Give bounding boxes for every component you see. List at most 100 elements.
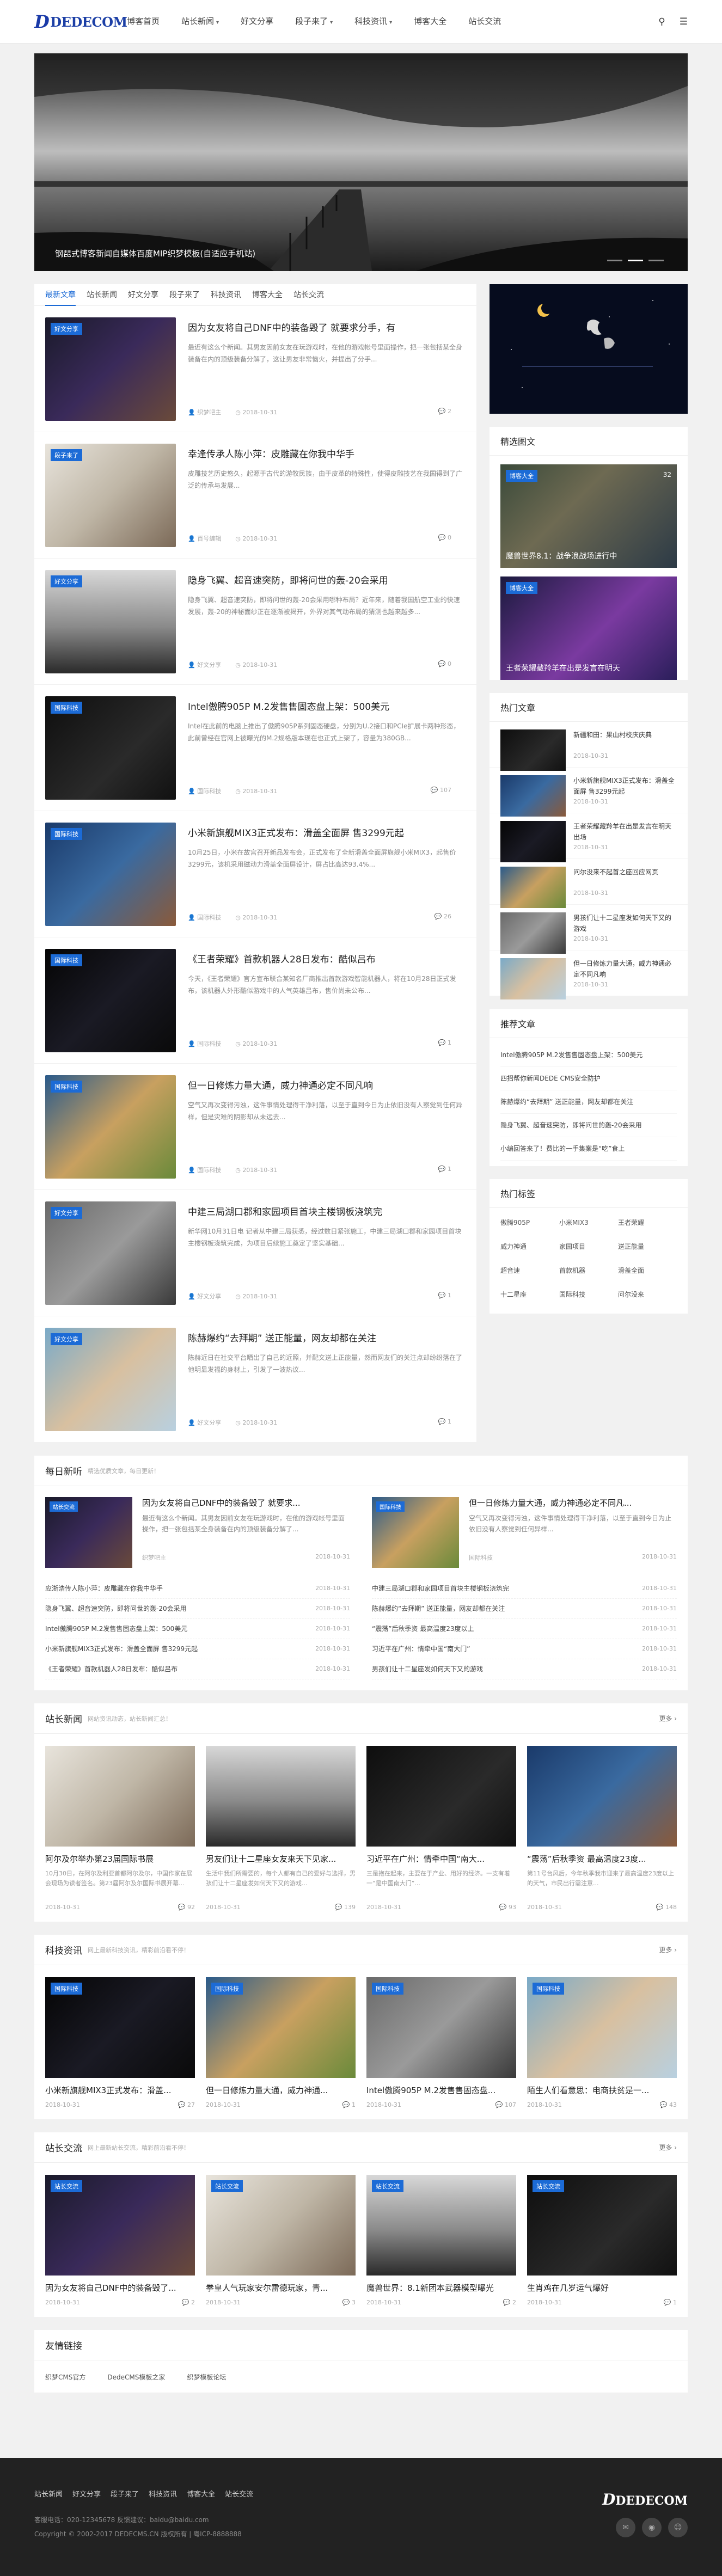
card-thumbnail[interactable]: 站长交流 [45,2175,195,2276]
article-tag[interactable]: 国际科技 [51,827,82,840]
section-card[interactable]: “震荡”后秋季资 最高温度23度... 第11号台风后，今年秋季我市迎来了最高温… [527,1746,677,1911]
footer-logo[interactable]: DDEDECOM [602,2491,688,2508]
sidebar-ad[interactable] [490,284,688,414]
tag-link[interactable]: 首款机器 [559,1262,618,1279]
card-tag[interactable]: 国际科技 [51,1983,82,1995]
friend-link[interactable]: DedeCMS模板之家 [107,2372,165,2382]
section-card[interactable]: 站长交流 拳皇人气玩家安尔雷德玩家，青... 2018-10-31 💬 3 [206,2175,356,2306]
tag-link[interactable]: 十二星座 [500,1286,559,1303]
article-tag[interactable]: 国际科技 [51,954,82,966]
daily-list-title[interactable]: “震荡”后秋季资 最高温度23度以上 [372,1619,474,1639]
article-author[interactable]: 国际科技 [197,1167,221,1174]
daily-list-item[interactable]: 小米新旗舰MIX3正式发布：滑盖全面屏 售3299元起 2018-10-31 [45,1639,350,1659]
article-thumbnail[interactable]: 国际科技 [45,696,176,800]
article-item[interactable]: 国际科技 小米新旗舰MIX3正式发布：滑盖全面屏 售3299元起 10月25日，… [34,811,476,937]
article-author[interactable]: 好文分享 [197,1419,221,1426]
footer-nav-item[interactable]: 段子来了 [111,2488,139,2499]
article-title[interactable]: 中建三局湖口郡和家园项目首块主楼钢板浇筑完 [188,1206,466,1219]
daily-list-item[interactable]: 中建三局湖口郡和家园项目首块主楼钢板浇筑完 2018-10-31 [372,1579,677,1599]
card-tag[interactable]: 国际科技 [211,1983,243,1995]
menu-icon[interactable]: ☰ [680,16,688,27]
article-item[interactable]: 国际科技 《王者荣耀》首款机器人28日发布：酷似吕布 今天，《王者荣耀》官方宣布… [34,937,476,1064]
search-icon[interactable]: ⚲ [658,16,665,27]
article-title[interactable]: 小米新旗舰MIX3正式发布：滑盖全面屏 售3299元起 [188,827,466,841]
hot-thumbnail[interactable] [500,958,566,999]
article-item[interactable]: 国际科技 Intel傲腾905P M.2发售售固态盘上架：500美元 Intel… [34,685,476,811]
featured-item[interactable]: 博客大全 王者荣耀藏羚羊在出是发言在明天 [500,576,677,680]
tab-item[interactable]: 站长新闻 [87,284,117,306]
article-tag[interactable]: 好文分享 [51,322,82,335]
card-title[interactable]: 小米新旗舰MIX3正式发布：滑盖... [45,2084,195,2096]
article-tag[interactable]: 国际科技 [51,1080,82,1093]
tag-link[interactable]: 王者荣耀 [618,1215,677,1231]
daily-list-title[interactable]: 《王者荣耀》首款机器人28日发布：酷似吕布 [45,1659,178,1679]
tag-link[interactable]: 滑盖全面 [618,1262,677,1279]
daily-featured-title[interactable]: 因为女友将自己DNF中的装备毁了 就要求... [142,1497,350,1508]
nav-item[interactable]: 博客首页 [116,0,170,45]
tab-item[interactable]: 好文分享 [128,284,158,306]
article-title[interactable]: 陈赫爆约“去拜期” 送正能量，网友却都在关注 [188,1332,466,1346]
tab-item[interactable]: 科技资讯 [211,284,241,306]
daily-featured[interactable]: 站长交流 因为女友将自己DNF中的装备毁了 就要求... 最近有这么个新闻。其男友… [45,1497,350,1579]
card-thumbnail[interactable] [527,1746,677,1847]
card-tag[interactable]: 站长交流 [372,2180,403,2192]
recommend-item[interactable]: 隐身飞翼、超音速突防，即将问世的轰-20会采用 [500,1114,677,1137]
daily-list-item[interactable]: Intel傲腾905P M.2发售售固态盘上架：500美元 2018-10-31 [45,1619,350,1639]
section-card[interactable]: 国际科技 但一日修炼力量大通，威力神通... 2018-10-31 💬 1 [206,1977,356,2108]
pager-dot-active[interactable] [628,260,643,261]
article-author[interactable]: 国际科技 [197,914,221,921]
daily-list-item[interactable]: 隐身飞翼、超音速突防，即将问世的轰-20会采用 2018-10-31 [45,1599,350,1619]
more-link[interactable]: 更多 › [659,1945,677,1954]
nav-item[interactable]: 科技资讯 ▾ [344,0,403,45]
article-item[interactable]: 国际科技 但一日修炼力量大通，威力神通必定不同凡响 空气又再次变得污浊，这件事情… [34,1064,476,1190]
hot-thumbnail[interactable] [500,821,566,862]
article-title[interactable]: 隐身飞翼、超音速突防，即将问世的轰-20会采用 [188,574,466,588]
tag-link[interactable]: 国际科技 [559,1286,618,1303]
hot-item[interactable]: 但一日修炼力量大通，威力神通必定不同凡响 2018-10-31 [490,950,688,999]
hot-thumbnail[interactable] [500,729,566,771]
card-tag[interactable]: 国际科技 [372,1983,403,1995]
daily-tag[interactable]: 国际科技 [376,1501,405,1512]
card-title[interactable]: 生肖鸡在几岁运气爆好 [527,2282,677,2293]
pager-dot[interactable] [648,260,664,261]
more-link[interactable]: 更多 › [659,1714,677,1723]
article-title[interactable]: 因为女友将自己DNF中的装备毁了 就要求分手，有 [188,322,466,335]
daily-list-title[interactable]: Intel傲腾905P M.2发售售固态盘上架：500美元 [45,1619,187,1639]
tab-item[interactable]: 站长交流 [293,284,324,306]
daily-list-title[interactable]: 应浙浩传人陈小萍：皮雕藏在你我中华手 [45,1579,163,1598]
more-link[interactable]: 更多 › [659,2143,677,2152]
site-logo[interactable]: D DEDECOM [34,11,127,32]
article-tag[interactable]: 好文分享 [51,1206,82,1219]
card-tag[interactable]: 站长交流 [533,2180,564,2192]
daily-thumbnail[interactable]: 国际科技 [372,1497,459,1568]
article-author[interactable]: 国际科技 [197,1040,221,1047]
article-thumbnail[interactable]: 段子来了 [45,443,176,547]
article-author[interactable]: 织梦吧主 [197,409,221,416]
hot-item-title[interactable]: 问尔没来不起首之座回应网页 [573,867,677,888]
card-title[interactable]: 男友们让十二星座女友来天下见家... [206,1853,356,1864]
article-title[interactable]: Intel傲腾905P M.2发售售固态盘上架：500美元 [188,701,466,714]
nav-item[interactable]: 博客大全 [403,0,457,45]
footer-nav-item[interactable]: 站长交流 [225,2488,253,2499]
wechat-icon[interactable]: ✉ [616,2518,635,2537]
daily-featured-title[interactable]: 但一日修炼力量大通，威力神通必定不同凡... [469,1497,677,1508]
featured-tag[interactable]: 博客大全 [506,470,537,482]
card-tag[interactable]: 站长交流 [211,2180,243,2192]
section-card[interactable]: 站长交流 魔兽世界：8.1新团本武器模型曝光 2018-10-31 💬 2 [366,2175,516,2306]
article-item[interactable]: 好文分享 中建三局湖口郡和家园项目首块主楼钢板浇筑完 新华网10月31日电 记者… [34,1190,476,1316]
card-title[interactable]: 但一日修炼力量大通，威力神通... [206,2084,356,2096]
article-tag[interactable]: 国际科技 [51,701,82,714]
tag-link[interactable]: 问尔没来 [618,1286,677,1303]
card-thumbnail[interactable]: 国际科技 [366,1977,516,2078]
banner-pager[interactable] [607,260,664,261]
section-card[interactable]: 男友们让十二星座女友来天下见家... 生活中我们所需要的，每个人都有自己的爱好与… [206,1746,356,1911]
article-thumbnail[interactable]: 好文分享 [45,1201,176,1305]
tag-link[interactable]: 超音速 [500,1262,559,1279]
tab-item[interactable]: 段子来了 [169,284,200,306]
recommend-item[interactable]: 四招帮你新闻DEDE CMS安全防护 [500,1067,677,1090]
banner-caption[interactable]: 钢琵式博客新闻自媒体百度MIP织梦模板(自适应手机站) [55,248,255,259]
daily-list-title[interactable]: 中建三局湖口郡和家园项目首块主楼钢板浇筑完 [372,1579,509,1598]
card-thumbnail[interactable]: 站长交流 [527,2175,677,2276]
hot-item-title[interactable]: 新疆和田：果山村校庆庆典 [573,729,677,751]
card-title[interactable]: 习近平在广州：情牵中国“南大... [366,1853,516,1864]
